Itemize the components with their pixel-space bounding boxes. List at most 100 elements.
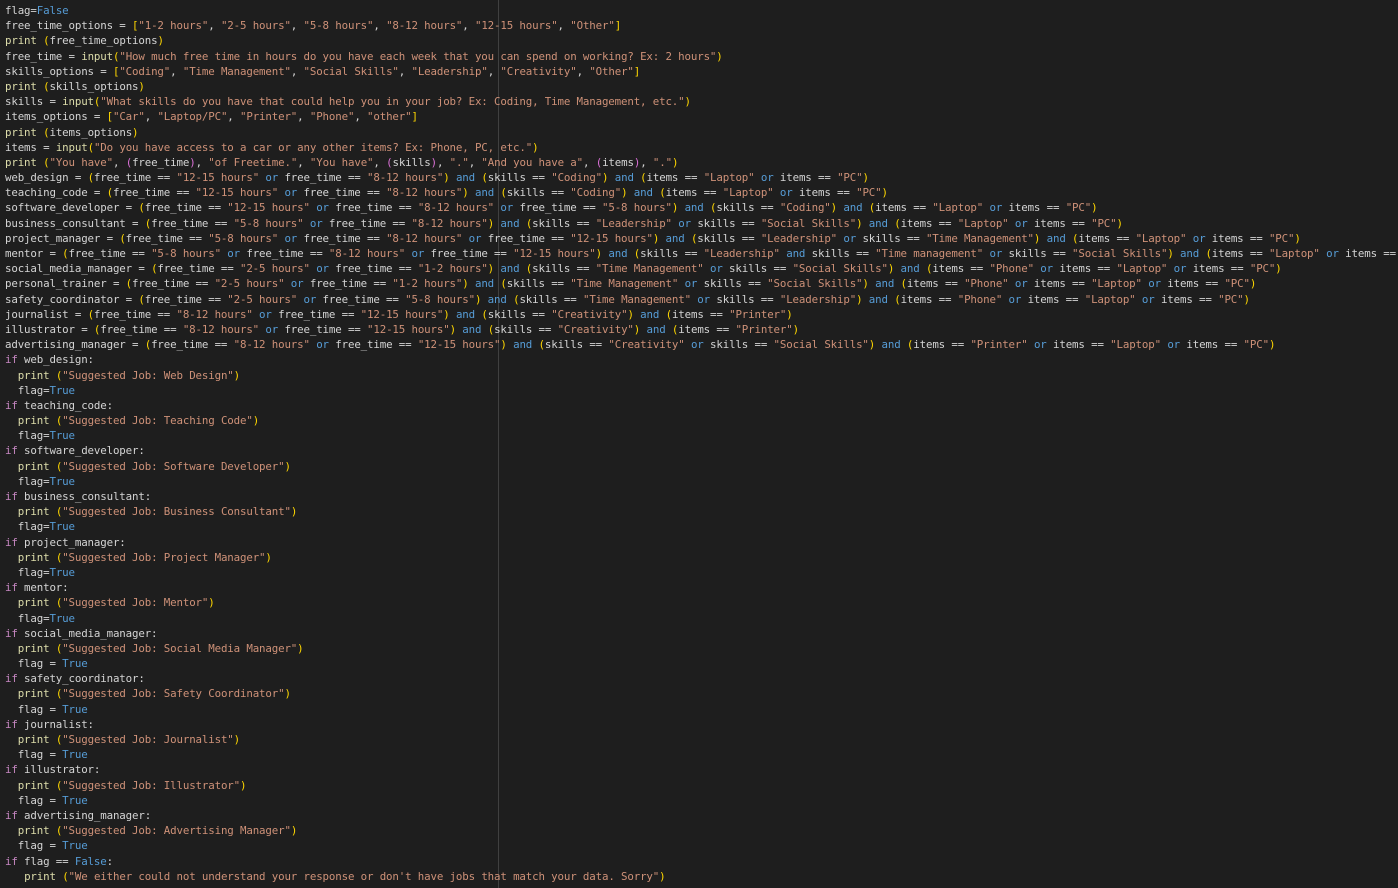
code-area[interactable]: flag=False free_time_options = ["1-2 hour… bbox=[5, 3, 1398, 884]
code-token: "other" bbox=[367, 110, 412, 124]
code-line[interactable]: flag=True bbox=[5, 611, 1398, 626]
code-token: "Phone" bbox=[957, 292, 1003, 306]
code-token: items == bbox=[900, 292, 958, 306]
code-line[interactable]: mentor = (free_time == "5-8 hours" or fr… bbox=[5, 246, 1398, 261]
code-line[interactable]: print ("Suggested Job: Safety Coordinato… bbox=[5, 686, 1398, 701]
code-token: "Suggested Job: Web Design" bbox=[62, 368, 234, 382]
code-editor[interactable]: flag=False free_time_options = ["1-2 hour… bbox=[0, 0, 1398, 888]
code-line[interactable]: flag = True bbox=[5, 702, 1398, 717]
code-token: free_time == bbox=[93, 171, 177, 185]
code-token: free_time_options bbox=[49, 34, 158, 48]
code-line[interactable]: if mentor: bbox=[5, 580, 1398, 595]
code-line[interactable]: print ("You have", (free_time), "of Free… bbox=[5, 155, 1398, 170]
code-token: free_time == bbox=[157, 262, 240, 276]
code-line[interactable]: illustrator = (free_time == "8-12 hours"… bbox=[5, 322, 1398, 337]
code-token: items == bbox=[1033, 277, 1092, 291]
code-line[interactable]: if business_consultant: bbox=[5, 489, 1398, 504]
code-line[interactable]: flag=True bbox=[5, 428, 1398, 443]
code-line[interactable]: print ("Suggested Job: Project Manager") bbox=[5, 550, 1398, 565]
code-line[interactable]: flag = True bbox=[5, 747, 1398, 762]
code-line[interactable]: print ("Suggested Job: Journalist") bbox=[5, 732, 1398, 747]
code-token: teaching_code = bbox=[5, 186, 107, 200]
code-line[interactable]: if software_developer: bbox=[5, 443, 1398, 458]
code-token: "12-15 hours" bbox=[360, 307, 444, 321]
code-token: and bbox=[678, 201, 710, 215]
code-line[interactable]: if illustrator: bbox=[5, 762, 1398, 777]
code-line[interactable]: advertising_manager = (free_time == "8-1… bbox=[5, 337, 1398, 352]
code-line[interactable]: if flag == False: bbox=[5, 854, 1398, 869]
code-line[interactable]: if teaching_code: bbox=[5, 398, 1398, 413]
code-line[interactable]: flag=True bbox=[5, 474, 1398, 489]
code-line[interactable]: software_developer = (free_time == "12-1… bbox=[5, 200, 1398, 215]
code-token: print bbox=[5, 125, 37, 139]
code-token: "8-12 hours" bbox=[411, 216, 488, 230]
code-token: or bbox=[309, 201, 336, 215]
code-token: software_developer: bbox=[17, 444, 145, 458]
code-token: flag = bbox=[5, 793, 63, 807]
code-line[interactable]: project_manager = (free_time == "5-8 hou… bbox=[5, 231, 1398, 246]
code-token: skills == bbox=[697, 216, 761, 230]
code-line[interactable]: flag = True bbox=[5, 656, 1398, 671]
code-line[interactable]: flag=True bbox=[5, 519, 1398, 534]
code-token: "5-8 hours" bbox=[208, 231, 279, 245]
code-line[interactable]: personal_trainer = (free_time == "2-5 ho… bbox=[5, 276, 1398, 291]
code-token: items == bbox=[1211, 231, 1269, 245]
code-line[interactable]: free_time = input("How much free time in… bbox=[5, 49, 1398, 64]
code-line[interactable]: print ("Suggested Job: Mentor") bbox=[5, 595, 1398, 610]
code-token: and bbox=[602, 247, 634, 260]
code-token: "12-15 hours" bbox=[417, 338, 501, 352]
code-line[interactable]: social_media_manager = (free_time == "2-… bbox=[5, 261, 1398, 276]
code-token: "12-15 hours" bbox=[474, 19, 558, 33]
code-line[interactable]: if project_manager: bbox=[5, 535, 1398, 550]
code-token: or bbox=[1186, 231, 1212, 245]
code-line[interactable]: print ("Suggested Job: Illustrator") bbox=[5, 778, 1398, 793]
code-token: if bbox=[5, 763, 18, 777]
code-line[interactable]: teaching_code = (free_time == "12-15 hou… bbox=[5, 185, 1398, 200]
code-token: , bbox=[170, 64, 183, 78]
code-token: "Creativity" bbox=[500, 64, 577, 78]
code-line[interactable]: print (skills_options) bbox=[5, 79, 1398, 94]
code-line[interactable]: print (free_time_options) bbox=[5, 33, 1398, 48]
code-line[interactable]: skills = input("What skills do you have … bbox=[5, 94, 1398, 109]
code-line[interactable]: flag = True bbox=[5, 838, 1398, 853]
code-line[interactable]: flag=False bbox=[5, 3, 1398, 18]
code-line[interactable]: journalist = (free_time == "8-12 hours" … bbox=[5, 307, 1398, 322]
code-token: True bbox=[62, 748, 88, 762]
code-token: advertising_manager = bbox=[5, 338, 145, 352]
code-line[interactable]: if social_media_manager: bbox=[5, 626, 1398, 641]
code-line[interactable]: flag=True bbox=[5, 565, 1398, 580]
code-token: "Social Skills" bbox=[792, 262, 888, 276]
code-line[interactable]: web_design = (free_time == "12-15 hours"… bbox=[5, 170, 1398, 185]
code-line[interactable]: if journalist: bbox=[5, 717, 1398, 732]
code-token: skills == bbox=[811, 247, 876, 260]
code-line[interactable]: print ("Suggested Job: Social Media Mana… bbox=[5, 641, 1398, 656]
code-token: "12-15 hours" bbox=[367, 322, 450, 336]
code-line[interactable]: print ("We either could not understand y… bbox=[5, 869, 1398, 884]
code-token: and bbox=[894, 262, 926, 276]
code-line[interactable]: if web_design: bbox=[5, 352, 1398, 367]
code-line[interactable]: items = input("Do you have access to a c… bbox=[5, 140, 1398, 155]
code-line[interactable]: items_options = ["Car", "Laptop/PC", "Pr… bbox=[5, 109, 1398, 124]
code-line[interactable]: free_time_options = ["1-2 hours", "2-5 h… bbox=[5, 18, 1398, 33]
code-line[interactable]: if advertising_manager: bbox=[5, 808, 1398, 823]
code-line[interactable]: print ("Suggested Job: Business Consulta… bbox=[5, 504, 1398, 519]
code-token: "Suggested Job: Software Developer" bbox=[62, 459, 285, 473]
code-token: or bbox=[671, 216, 698, 230]
code-token: "8-12 hours" bbox=[176, 307, 253, 321]
code-line[interactable]: flag = True bbox=[5, 793, 1398, 808]
code-line[interactable]: print ("Suggested Job: Web Design") bbox=[5, 368, 1398, 383]
code-line[interactable]: print (items_options) bbox=[5, 125, 1398, 140]
code-line[interactable]: skills_options = ["Coding", "Time Manage… bbox=[5, 64, 1398, 79]
code-line[interactable]: safety_coordinator = (free_time == "2-5 … bbox=[5, 292, 1398, 307]
code-token: , bbox=[227, 110, 240, 124]
code-line[interactable]: print ("Suggested Job: Advertising Manag… bbox=[5, 823, 1398, 838]
code-token: free_time bbox=[132, 155, 190, 169]
code-token: "PC" bbox=[1218, 292, 1244, 306]
code-line[interactable]: if safety_coordinator: bbox=[5, 671, 1398, 686]
code-line[interactable]: print ("Suggested Job: Teaching Code") bbox=[5, 413, 1398, 428]
code-line[interactable]: print ("Suggested Job: Software Develope… bbox=[5, 459, 1398, 474]
code-line[interactable]: flag=True bbox=[5, 383, 1398, 398]
code-line[interactable]: business_consultant = (free_time == "5-8… bbox=[5, 216, 1398, 231]
